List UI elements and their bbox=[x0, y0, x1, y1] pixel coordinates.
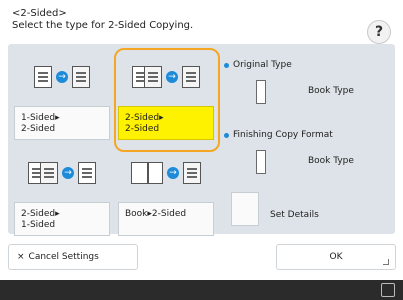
selected-highlight-frame bbox=[114, 48, 220, 152]
option-label: 1-Sided▸ 2-Sided bbox=[14, 106, 110, 140]
set-details-button[interactable] bbox=[231, 192, 259, 226]
document-icon bbox=[183, 162, 201, 184]
corner-arrow-icon bbox=[383, 259, 389, 265]
bullet-icon bbox=[224, 132, 229, 138]
close-icon: × bbox=[17, 252, 25, 262]
bullet-icon bbox=[224, 62, 229, 68]
help-icon: ? bbox=[374, 24, 384, 40]
document-icon bbox=[72, 66, 90, 88]
arrow-right-icon: → bbox=[167, 167, 179, 179]
document-icon bbox=[40, 162, 58, 184]
screen-title: <2-Sided> bbox=[12, 8, 67, 19]
screen-instruction: Select the type for 2-Sided Copying. bbox=[12, 20, 194, 31]
book-icon bbox=[131, 162, 163, 184]
header: <2-Sided> Select the type for 2-Sided Co… bbox=[0, 0, 403, 44]
status-bar bbox=[0, 280, 403, 300]
ok-button[interactable]: OK bbox=[276, 244, 396, 270]
book-to-2sided-illustration: → bbox=[118, 148, 214, 198]
cancel-settings-label: Cancel Settings bbox=[28, 252, 99, 262]
document-icon bbox=[34, 66, 52, 88]
original-type-value: Book Type bbox=[308, 86, 354, 96]
document-icon bbox=[78, 162, 96, 184]
settings-status-icon[interactable] bbox=[381, 283, 395, 297]
options-panel: → 1-Sided▸ 2-Sided → 2-Sided▸ 2-Sided → … bbox=[8, 44, 395, 236]
set-details-label: Set Details bbox=[270, 210, 319, 220]
original-type-icon bbox=[256, 80, 266, 104]
option-label: Book▸2-Sided bbox=[118, 202, 214, 236]
option-label: 2-Sided▸ 1-Sided bbox=[14, 202, 110, 236]
arrow-right-icon: → bbox=[62, 167, 74, 179]
1sided-to-2sided-illustration: → bbox=[14, 52, 110, 102]
help-button[interactable]: ? bbox=[367, 20, 391, 44]
option-book-to-2sided[interactable]: → Book▸2-Sided bbox=[118, 148, 214, 238]
finishing-icon bbox=[256, 150, 266, 174]
option-1sided-to-2sided[interactable]: → 1-Sided▸ 2-Sided bbox=[14, 52, 110, 142]
arrow-right-icon: → bbox=[56, 71, 68, 83]
2sided-to-1sided-illustration: → bbox=[14, 148, 110, 198]
finishing-value: Book Type bbox=[308, 156, 354, 166]
finishing-heading: Finishing Copy Format bbox=[224, 130, 333, 140]
ok-label: OK bbox=[329, 252, 343, 262]
option-2sided-to-1sided[interactable]: → 2-Sided▸ 1-Sided bbox=[14, 148, 110, 238]
original-type-heading: Original Type bbox=[224, 60, 292, 70]
cancel-settings-button[interactable]: × Cancel Settings bbox=[8, 244, 138, 270]
